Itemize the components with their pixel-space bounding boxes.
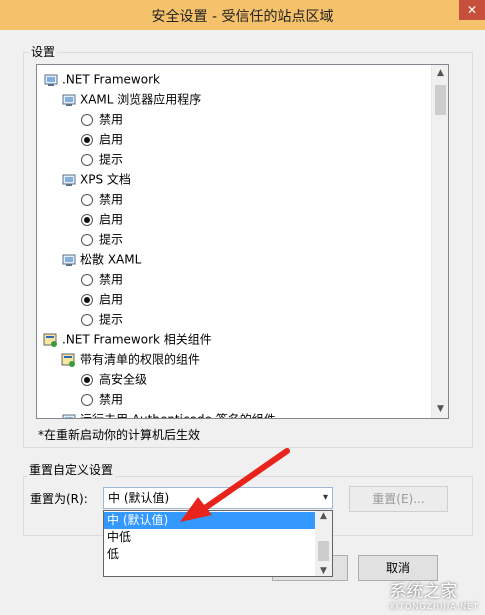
watermark-subtext: XITONGZHIJIA.NET [389, 602, 479, 611]
watermark: 系统之家 XITONGZHIJIA.NET [389, 577, 479, 611]
watermark-text: 系统之家 [389, 582, 458, 602]
annotation-arrow [180, 448, 290, 522]
